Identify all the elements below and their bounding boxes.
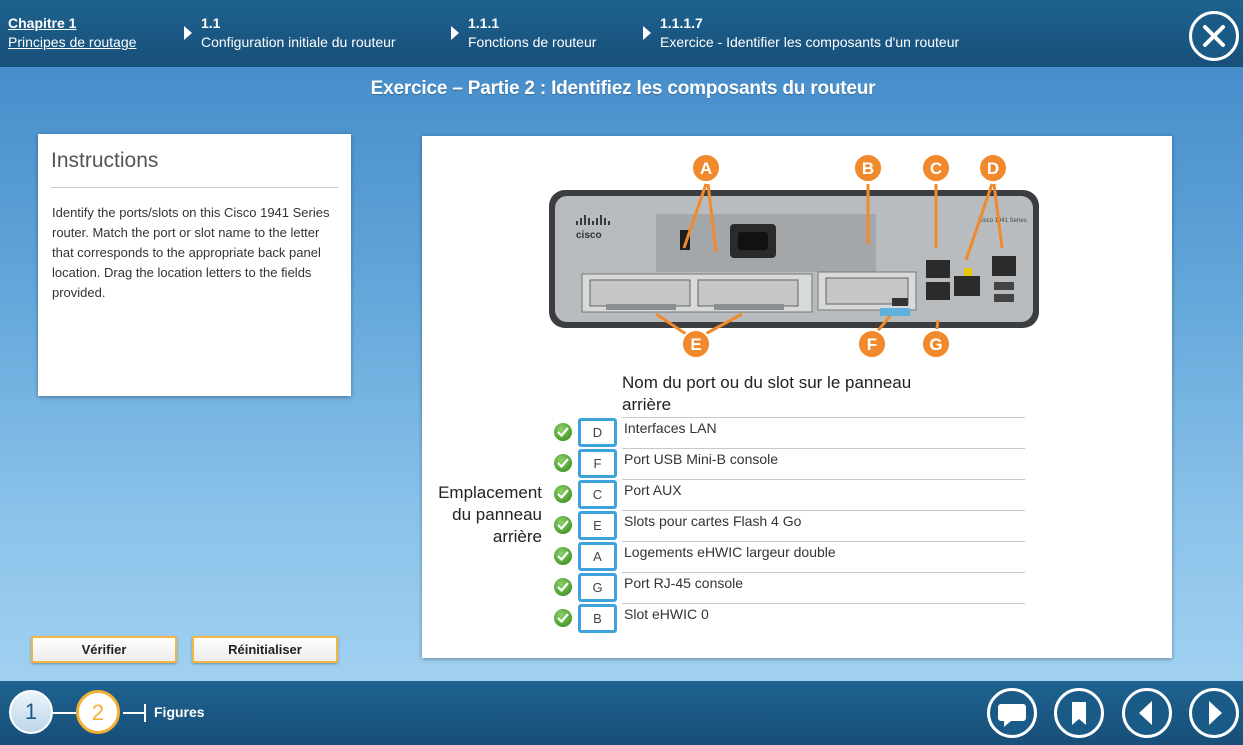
next-icon [1209,701,1222,725]
page-title: Exercice – Partie 2 : Identifiez les com… [370,78,876,99]
next-button[interactable] [1189,688,1239,738]
bookmark-icon [1072,702,1086,725]
step-connector [123,712,145,714]
svg-text:E: E [690,335,701,354]
top-breadcrumb-bar: Chapitre 1 Principes de routage 1.1 Conf… [0,0,1243,67]
breadcrumb-subsection-number: 1.1.1 [468,15,500,31]
drop-target-slot[interactable]: G [578,573,617,602]
breadcrumb-separator-icon [184,26,192,40]
previous-button[interactable] [1122,688,1172,738]
drop-target-slot[interactable]: A [578,542,617,571]
drop-target-slot[interactable]: E [578,511,617,540]
drop-target-slot[interactable]: C [578,480,617,509]
callout-b: B [853,153,883,183]
row-label: Slots pour cartes Flash 4 Go [624,513,802,529]
breadcrumb-activity-title: Exercice - Identifier les composants d'u… [660,34,960,50]
table-row: F Port USB Mini-B console [552,448,1032,478]
check-icon [554,485,572,503]
row-label: Interfaces LAN [624,420,717,436]
callout-a: A [691,153,721,183]
check-icon [554,516,572,534]
comment-button[interactable] [987,688,1037,738]
breadcrumb-section-number: 1.1 [201,15,221,31]
callout-d: D [978,153,1008,183]
svg-text:G: G [929,335,942,354]
breadcrumb-chapter-number[interactable]: Chapitre 1 [8,14,136,33]
step-2-button[interactable]: 2 [76,690,120,734]
instructions-panel: Instructions Identify the ports/slots on… [38,134,351,396]
callout-g: G [921,329,951,359]
close-button[interactable] [1189,11,1239,61]
svg-text:A: A [700,159,712,178]
svg-text:F: F [867,335,877,354]
check-icon [554,454,572,472]
instructions-divider [51,187,338,188]
breadcrumb-section[interactable]: 1.1 Configuration initiale du routeur [201,14,396,52]
check-icon [554,578,572,596]
instructions-heading: Instructions [51,149,159,172]
table-row: E Slots pour cartes Flash 4 Go [552,510,1032,540]
row-label: Port RJ-45 console [624,575,744,591]
row-label: Port USB Mini-B console [624,451,779,467]
row-label: Port AUX [624,482,682,498]
check-icon [554,609,572,627]
table-row: D Interfaces LAN [552,417,1032,447]
comment-icon [998,704,1026,727]
breadcrumb-section-title: Configuration initiale du routeur [201,34,396,50]
breadcrumb-subsection-title: Fonctions de routeur [468,34,597,50]
close-icon [1203,25,1225,47]
svg-text:Cisco 1941 Series: Cisco 1941 Series [978,218,1027,224]
breadcrumb-activity-number: 1.1.1.7 [660,15,703,31]
svg-text:C: C [930,159,942,178]
svg-text:D: D [987,159,999,178]
figures-link[interactable]: Figures [154,704,205,720]
table-row: B Slot eHWIC 0 [552,603,1032,633]
bookmark-button[interactable] [1054,688,1104,738]
breadcrumb-separator-icon [643,26,651,40]
verify-button[interactable]: Vérifier [31,636,177,663]
router-back-panel-figure: cisco Cisco 1941 Series A B C D E F G [549,153,1039,359]
row-label: Logements eHWIC largeur double [624,544,836,560]
side-label: Emplacement du panneau arrière [438,483,542,546]
table-header: Nom du port ou du slot sur le panneau ar… [622,373,912,414]
reset-button[interactable]: Réinitialiser [192,636,338,663]
row-label: Slot eHWIC 0 [624,606,709,622]
breadcrumb-chapter-title[interactable]: Principes de routage [8,33,136,52]
drop-target-slot[interactable]: F [578,449,617,478]
breadcrumb-activity: 1.1.1.7 Exercice - Identifier les compos… [660,14,959,52]
drop-target-slot[interactable]: D [578,418,617,447]
svg-text:cisco: cisco [576,230,602,241]
exercise-panel: cisco Cisco 1941 Series A B C D E F G No… [422,136,1172,658]
step-connector-end [144,704,146,722]
drop-target-slot[interactable]: B [578,604,617,633]
breadcrumb-chapter[interactable]: Chapitre 1 Principes de routage [8,14,136,52]
breadcrumb-subsection[interactable]: 1.1.1 Fonctions de routeur [468,14,596,52]
step-1-button[interactable]: 1 [9,690,53,734]
callout-f: F [857,329,887,359]
previous-icon [1139,701,1152,725]
table-row: G Port RJ-45 console [552,572,1032,602]
instructions-body: Identify the ports/slots on this Cisco 1… [52,205,330,300]
check-icon [554,423,572,441]
check-icon [554,547,572,565]
callout-c: C [921,153,951,183]
step-connector [53,712,76,714]
table-row: C Port AUX [552,479,1032,509]
svg-text:B: B [862,159,874,178]
callout-e: E [681,329,711,359]
table-row: A Logements eHWIC largeur double [552,541,1032,571]
breadcrumb-separator-icon [451,26,459,40]
